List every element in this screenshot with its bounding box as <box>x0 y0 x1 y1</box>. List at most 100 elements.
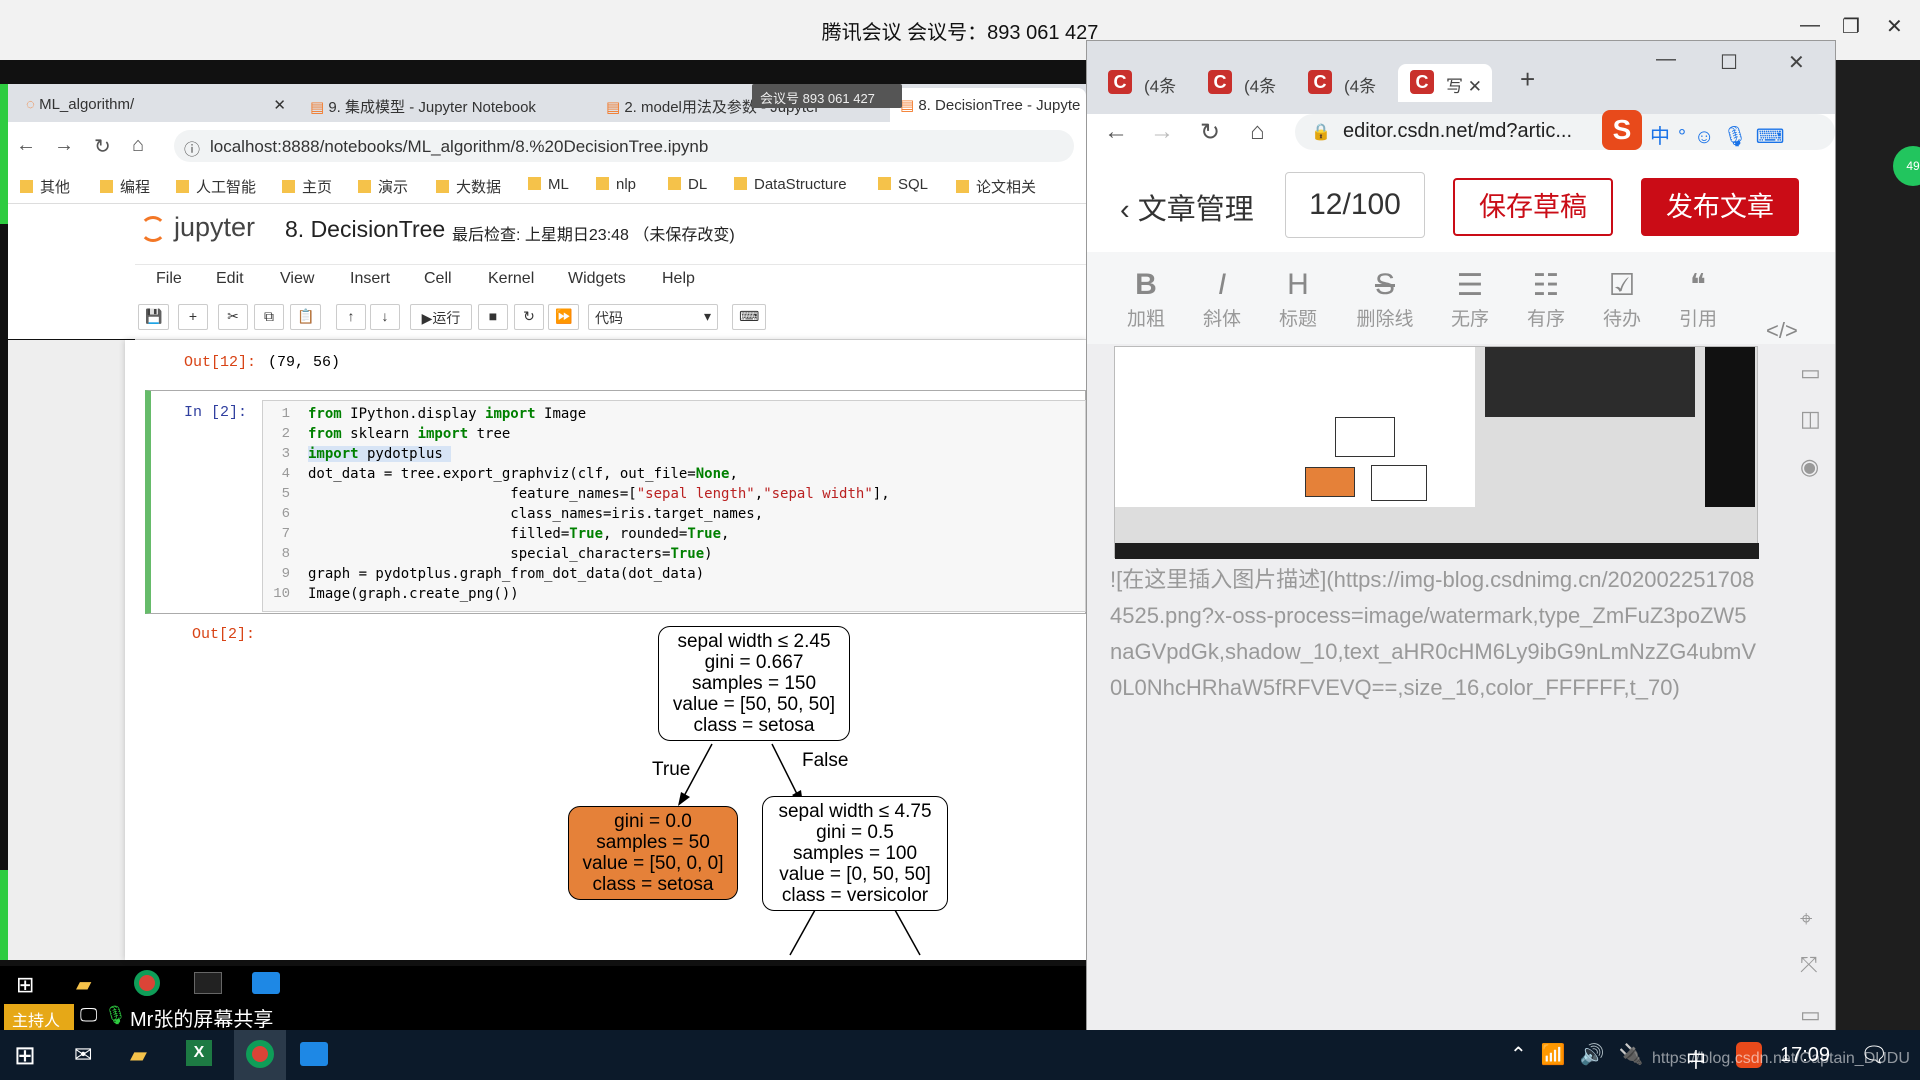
unordered-list-button[interactable]: ☰ 无序 <box>1440 268 1500 331</box>
lock-icon[interactable]: 🔒 <box>1311 122 1331 142</box>
notification-icon[interactable]: 🗨 <box>1860 1042 1888 1068</box>
meeting-taskbar-icon[interactable] <box>300 1042 328 1066</box>
save-draft-button[interactable]: 保存草稿 <box>1453 178 1613 236</box>
bookmark-home[interactable]: 主页 <box>282 176 332 197</box>
add-cell-icon[interactable]: + <box>178 304 208 330</box>
eye-icon[interactable]: ◉ <box>1800 454 1819 480</box>
home-icon[interactable]: ⌂ <box>1250 118 1265 146</box>
mail-icon[interactable]: ✉ <box>74 1042 92 1068</box>
move-up-icon[interactable]: ↑ <box>336 304 366 330</box>
close-icon[interactable]: ✕ <box>1886 14 1903 39</box>
terminal-icon[interactable] <box>194 972 222 994</box>
publish-button[interactable]: 发布文章 <box>1641 178 1799 236</box>
home-icon[interactable]: ⌂ <box>132 134 144 157</box>
bookmark-datastructure[interactable]: DataStructure <box>734 176 847 193</box>
windows-start-icon[interactable]: ⊞ <box>14 1040 36 1071</box>
new-tab-icon[interactable]: + <box>1520 64 1535 95</box>
bookmark-nlp[interactable]: nlp <box>596 176 636 193</box>
tab-decision-tree[interactable]: ▤ 8. DecisionTree - Jupyte <box>890 88 1086 122</box>
run-button[interactable]: ▶运行 <box>410 304 472 330</box>
preview-icon[interactable]: ▭ <box>1800 360 1821 386</box>
todo-button[interactable]: ☑ 待办 <box>1592 268 1652 331</box>
bookmark-sql[interactable]: SQL <box>878 176 928 193</box>
article-manage-link[interactable]: ‹ 文章管理 <box>1120 186 1254 228</box>
sogou-ime-icon[interactable]: S <box>1602 110 1642 150</box>
folder-icon[interactable]: ▰ <box>76 972 91 997</box>
fast-forward-icon[interactable]: ⏩ <box>548 304 580 330</box>
split-view-icon[interactable]: ◫ <box>1800 406 1821 432</box>
todo-icon: ☑ <box>1608 269 1636 302</box>
bookmark-ml[interactable]: ML <box>528 176 569 193</box>
right-tab-3[interactable]: C (4条 <box>1296 64 1394 102</box>
minimize-icon[interactable]: — <box>1800 14 1820 37</box>
system-tray-icons[interactable]: ⌃📶🔊🔌 <box>1510 1042 1657 1067</box>
bookmark-ai[interactable]: 人工智能 <box>176 176 256 197</box>
menu-file[interactable]: File <box>156 270 182 288</box>
heading-button[interactable]: H 标题 <box>1268 268 1328 331</box>
csdn-icon: C <box>1308 70 1332 94</box>
excel-icon[interactable]: X <box>186 1040 212 1066</box>
bookmark-programming[interactable]: 编程 <box>100 176 150 197</box>
meeting-app-icon[interactable] <box>252 972 280 994</box>
cell-type-select[interactable]: 代码 ▾ <box>588 304 718 330</box>
strikethrough-button[interactable]: S 删除线 <box>1350 268 1420 331</box>
bookmark-demo[interactable]: 演示 <box>358 176 408 197</box>
fullscreen-icon[interactable]: ⤧ <box>1800 952 1818 978</box>
copy-icon[interactable]: ⧉ <box>254 304 284 330</box>
close-icon[interactable]: ✕ <box>273 96 286 114</box>
tab-ml-algorithm[interactable]: ◌ ML_algorithm/✕ <box>16 88 296 122</box>
save-icon[interactable]: 💾 <box>138 304 170 330</box>
monitor-icon[interactable]: ▭ <box>1800 1002 1821 1028</box>
quote-button[interactable]: ❝ 引用 <box>1668 268 1728 331</box>
shared-taskbar <box>0 966 1086 1002</box>
bookmark-papers[interactable]: 论文相关 <box>956 176 1036 197</box>
restore-icon[interactable]: ❐ <box>1842 14 1860 39</box>
ime-toolbar-icons[interactable]: 中°☺🎙⌨ <box>1650 120 1793 149</box>
locate-icon[interactable]: ⌖ <box>1800 906 1812 932</box>
italic-icon: I <box>1217 268 1227 301</box>
bookmark-other[interactable]: 其他 <box>20 176 70 197</box>
right-tab-2[interactable]: C (4条 <box>1196 64 1294 102</box>
keyboard-icon[interactable]: ⌨ <box>732 304 767 330</box>
forward-icon[interactable]: → <box>54 134 74 157</box>
chrome-icon[interactable] <box>134 970 160 996</box>
back-icon[interactable]: ← <box>16 134 36 157</box>
paste-icon[interactable]: 📋 <box>290 304 322 330</box>
explorer-icon[interactable]: ▰ <box>130 1042 147 1068</box>
forward-icon[interactable]: → <box>1150 118 1174 146</box>
maximize-icon[interactable]: ☐ <box>1720 50 1738 75</box>
code-view-icon[interactable]: </> <box>1766 318 1798 344</box>
menu-insert[interactable]: Insert <box>350 270 390 288</box>
back-icon[interactable]: ← <box>1104 118 1128 146</box>
reload-icon[interactable]: ↻ <box>94 134 111 159</box>
title-char-count[interactable]: 12/100 <box>1285 172 1425 238</box>
notebook-title[interactable]: 8. DecisionTree <box>285 216 445 243</box>
restart-icon[interactable]: ↻ <box>514 304 544 330</box>
reload-icon[interactable]: ↻ <box>1200 118 1220 147</box>
format-label: 待办 <box>1602 309 1641 330</box>
info-icon[interactable]: ⓘ <box>184 136 200 160</box>
move-down-icon[interactable]: ↓ <box>370 304 400 330</box>
tab-ensemble[interactable]: ▤ 9. 集成模型 - Jupyter Notebook <box>300 88 585 122</box>
jupyter-logo[interactable]: jupyter <box>174 212 255 243</box>
windows-icon[interactable]: ⊞ <box>16 972 34 998</box>
menu-kernel[interactable]: Kernel <box>488 270 534 288</box>
bold-button[interactable]: B 加粗 <box>1116 268 1176 331</box>
minimize-icon[interactable]: — <box>1656 48 1676 71</box>
close-icon[interactable]: ✕ <box>1788 50 1805 75</box>
italic-button[interactable]: I 斜体 <box>1192 268 1252 331</box>
menu-edit[interactable]: Edit <box>216 270 244 288</box>
code-line: dot_data = tree.export_graphviz(clf, out… <box>308 466 738 482</box>
stop-icon[interactable]: ■ <box>478 304 508 330</box>
right-tab-editor[interactable]: C写 ✕ <box>1398 64 1492 102</box>
bookmark-dl[interactable]: DL <box>668 176 707 193</box>
ordered-list-button[interactable]: ☷ 有序 <box>1516 268 1576 331</box>
cut-icon[interactable]: ✂ <box>218 304 248 330</box>
right-tab-1[interactable]: C (4条 <box>1096 64 1194 102</box>
menu-help[interactable]: Help <box>662 270 695 288</box>
menu-view[interactable]: View <box>280 270 314 288</box>
menu-widgets[interactable]: Widgets <box>568 270 626 288</box>
bookmark-bigdata[interactable]: 大数据 <box>436 176 501 197</box>
menu-cell[interactable]: Cell <box>424 270 452 288</box>
url-input[interactable]: localhost:8888/notebooks/ML_algorithm/8.… <box>174 130 1074 162</box>
